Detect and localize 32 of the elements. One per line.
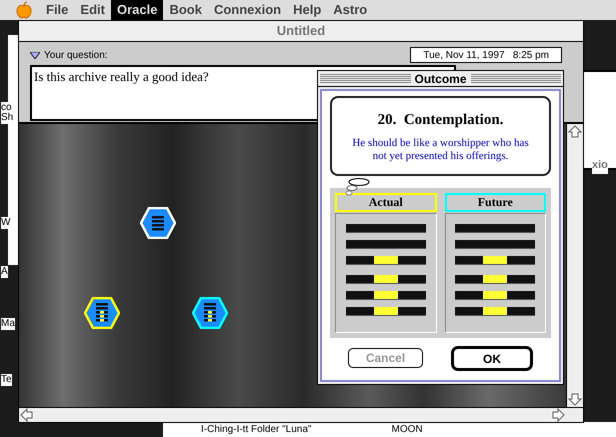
- fragment-text: xio: [592, 157, 608, 174]
- question-label: Your question:: [44, 48, 108, 62]
- oracle-text: He should be like a worshipper who has not yet presented his offerings.: [351, 136, 530, 163]
- fragment-text: A: [1, 266, 8, 278]
- column-header[interactable]: Actual: [335, 193, 436, 212]
- menu-item[interactable]: Astro: [327, 0, 374, 20]
- ok-button[interactable]: OK: [451, 346, 533, 371]
- thought-bubble-icon: [344, 178, 370, 196]
- fragment-text: Sh: [1, 112, 14, 124]
- fragment-text: Ma: [1, 318, 15, 330]
- menu-item[interactable]: Help: [287, 0, 328, 20]
- menu-item[interactable]: Edit: [74, 0, 111, 20]
- column-header[interactable]: Future: [444, 193, 546, 212]
- vertical-scrollbar[interactable]: [566, 124, 583, 407]
- scroll-down-icon[interactable]: [567, 391, 583, 407]
- fragment-text: Te: [1, 374, 12, 386]
- disclosure-triangle-icon[interactable]: [30, 52, 40, 58]
- fragment-text: W: [1, 217, 10, 229]
- menu-item[interactable]: File: [40, 0, 74, 20]
- scroll-up-icon[interactable]: [567, 124, 583, 140]
- menu-item[interactable]: Oracle: [110, 0, 164, 20]
- hexagram-icon[interactable]: [192, 297, 228, 329]
- apple-logo-icon[interactable]: [16, 1, 32, 19]
- file-kind: MOON: [391, 423, 423, 437]
- window-title: Untitled: [19, 21, 583, 42]
- file-name: I-Ching-I-tt Folder "Luna": [201, 423, 312, 437]
- menu-item[interactable]: Book: [163, 0, 208, 20]
- scroll-right-icon[interactable]: [550, 408, 566, 422]
- scroll-left-icon[interactable]: [19, 408, 35, 422]
- menu-item[interactable]: Connexion: [208, 0, 288, 20]
- horizontal-scrollbar[interactable]: [19, 407, 583, 422]
- date-field: Tue, Nov 11, 1997 8:25 pm: [410, 47, 562, 63]
